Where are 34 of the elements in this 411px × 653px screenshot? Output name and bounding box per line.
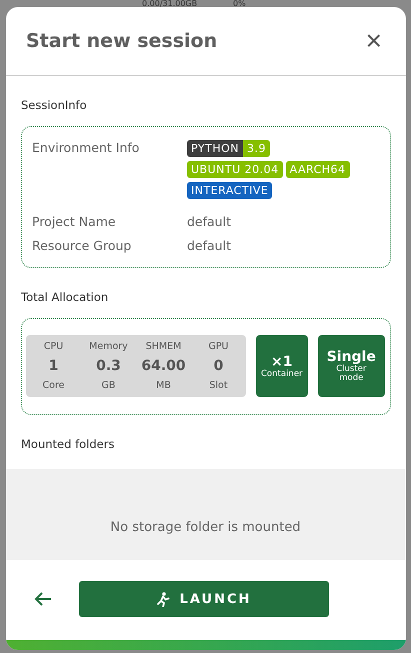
environment-tag: UBUNTU 20.04 [187,161,283,178]
resource-unit: GB [102,380,116,391]
field-label: Project Name [32,214,117,229]
back-button[interactable] [34,591,52,607]
field-label: Resource Group [32,238,132,253]
resource-name: SHMEM [146,341,182,352]
resource-name: CPU [44,341,64,352]
background-text: 0% [233,0,246,8]
resource-value: 1 [48,358,58,374]
field-value: default [187,214,232,229]
section-heading: Mounted folders [20,436,116,451]
resource-value: 64.00 [141,358,186,374]
resource-unit: Core [42,380,64,391]
resource-unit: Slot [209,380,228,391]
launch-button[interactable]: LAUNCH [79,581,329,617]
empty-message: No storage folder is mounted [110,520,301,534]
environment-tag: AARCH64 [286,161,350,178]
resource-value: 0 [214,358,224,374]
container-count-tile: ×1 Container [256,335,308,397]
environment-tag: INTERACTIVE [187,182,272,199]
cluster-mode-tile: Single Cluster mode [318,335,385,397]
field-label: Environment Info [32,140,140,157]
resource-name: Memory [89,341,128,352]
close-button[interactable]: × [366,27,382,55]
resource-unit: MB [156,380,171,391]
resource-value: 0.3 [96,358,121,374]
running-figure-icon [156,592,170,606]
resource-name: GPU [208,341,229,352]
dialog-title: Start new session [26,30,218,52]
section-heading: SessionInfo [20,97,88,112]
back-arrow-icon [34,591,52,607]
background-text: 0.00/31.00GB [142,0,198,8]
section-heading: Total Allocation [20,289,110,304]
field-value: default [187,238,232,253]
